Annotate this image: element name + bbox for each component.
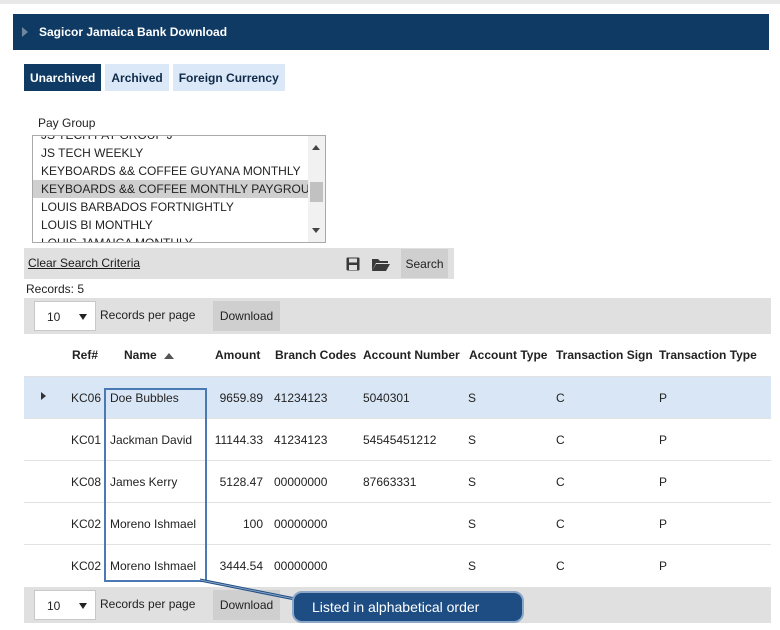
annotation-callout: Listed in alphabetical order xyxy=(292,591,524,623)
callout-pointer xyxy=(199,578,301,602)
